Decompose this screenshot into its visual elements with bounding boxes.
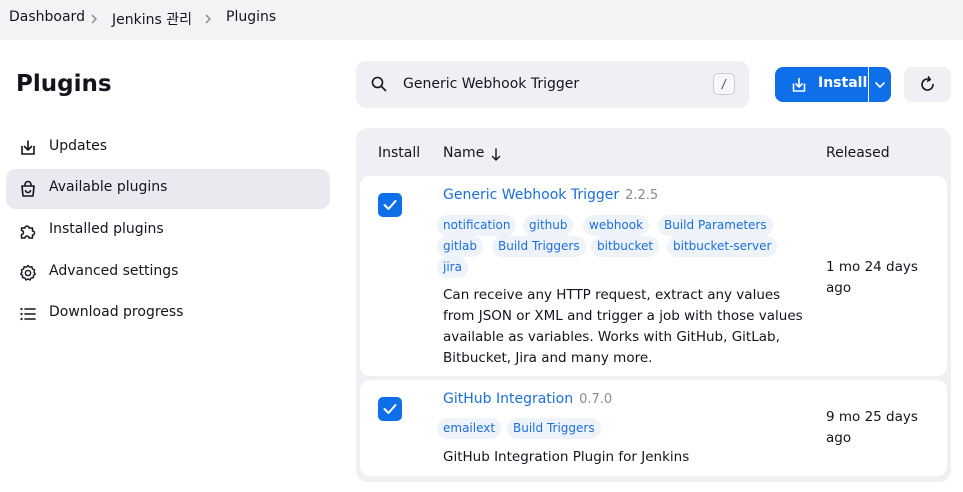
plugin-name: GitHub Integration — [443, 391, 574, 407]
breadcrumb-plugins[interactable]: Plugins — [226, 9, 276, 25]
plugin-description: Can receive any HTTP request, extract an… — [443, 287, 803, 366]
plugin-version: 2.2.5 — [625, 188, 659, 203]
plugin-name: Generic Webhook Trigger — [443, 187, 620, 203]
puzzle-icon — [20, 225, 36, 239]
checkmark-icon — [383, 404, 397, 414]
install-options-dropdown[interactable] — [869, 67, 891, 102]
tag-webhook[interactable]: webhook — [583, 215, 650, 236]
tag-jira[interactable]: jira — [437, 257, 468, 278]
install-checkbox[interactable] — [378, 397, 402, 421]
sidebar-item-download-progress[interactable]: Download progress — [6, 294, 330, 334]
plugin-name-link[interactable]: Generic Webhook Trigger 2.2.5 — [443, 187, 658, 203]
sidebar-item-available-plugins[interactable]: Available plugins — [6, 169, 330, 209]
tag-build-triggers[interactable]: Build Triggers — [507, 418, 601, 439]
shopping-bag-icon — [21, 180, 35, 197]
breadcrumb-jenkins-manage[interactable]: Jenkins 관리 — [112, 9, 192, 29]
sidebar-item-label: Installed plugins — [49, 221, 164, 237]
plugin-name-link[interactable]: GitHub Integration 0.7.0 — [443, 391, 612, 407]
column-header-name[interactable]: Name — [443, 145, 484, 161]
download-icon — [792, 77, 806, 92]
sidebar-item-label: Available plugins — [49, 179, 168, 195]
column-header-install: Install — [378, 145, 421, 161]
chevron-right-icon — [205, 14, 211, 24]
install-button-label: Install — [818, 75, 868, 91]
refresh-icon — [921, 76, 934, 91]
checkmark-icon — [383, 200, 397, 210]
sidebar-item-label: Download progress — [49, 304, 184, 320]
sort-descending-icon[interactable] — [490, 148, 502, 162]
sidebar-item-updates[interactable]: Updates — [6, 128, 330, 168]
tag-bitbucket-server[interactable]: bitbucket-server — [667, 236, 778, 257]
search-value: Generic Webhook Trigger — [403, 76, 580, 92]
plugin-version: 0.7.0 — [579, 392, 613, 407]
released-age: 9 mo 25 days ago — [826, 409, 918, 446]
page-title: Plugins — [16, 71, 112, 97]
keyboard-shortcut-badge: / — [713, 73, 735, 95]
tag-github[interactable]: github — [523, 215, 574, 236]
gear-icon — [20, 264, 36, 281]
sidebar-item-advanced-settings[interactable]: Advanced settings — [6, 253, 330, 293]
install-checkbox[interactable] — [378, 193, 402, 217]
install-button[interactable]: Install — [775, 67, 868, 102]
list-icon — [20, 307, 36, 321]
chevron-down-icon — [875, 82, 885, 88]
tag-gitlab[interactable]: gitlab — [437, 236, 483, 257]
sidebar-item-label: Advanced settings — [49, 263, 179, 279]
tag-bitbucket[interactable]: bitbucket — [591, 236, 660, 257]
refresh-button[interactable] — [904, 67, 951, 102]
tag-build-parameters[interactable]: Build Parameters — [658, 215, 773, 236]
plugin-description: GitHub Integration Plugin for Jenkins — [443, 449, 690, 465]
column-header-released: Released — [826, 145, 890, 161]
sidebar-item-installed-plugins[interactable]: Installed plugins — [6, 211, 330, 251]
released-age: 1 mo 24 days ago — [826, 259, 918, 296]
table-row: Generic Webhook Trigger 2.2.5 notificatio… — [360, 176, 947, 376]
tag-emailext[interactable]: emailext — [437, 418, 502, 439]
table-row: GitHub Integration 0.7.0 emailext Build T… — [360, 380, 947, 476]
chevron-right-icon — [91, 14, 97, 24]
download-icon — [21, 140, 35, 155]
breadcrumb-dashboard[interactable]: Dashboard — [9, 9, 85, 25]
breadcrumb: Dashboard Jenkins 관리 Plugins — [0, 0, 963, 40]
tag-build-triggers[interactable]: Build Triggers — [492, 236, 586, 257]
search-icon — [371, 76, 387, 92]
tag-notification[interactable]: notification — [437, 215, 517, 236]
sidebar-item-label: Updates — [49, 138, 107, 154]
plugins-table: Install Name Released Generic Webhook Tr… — [356, 128, 951, 482]
search-input[interactable]: Generic Webhook Trigger / — [356, 61, 749, 108]
